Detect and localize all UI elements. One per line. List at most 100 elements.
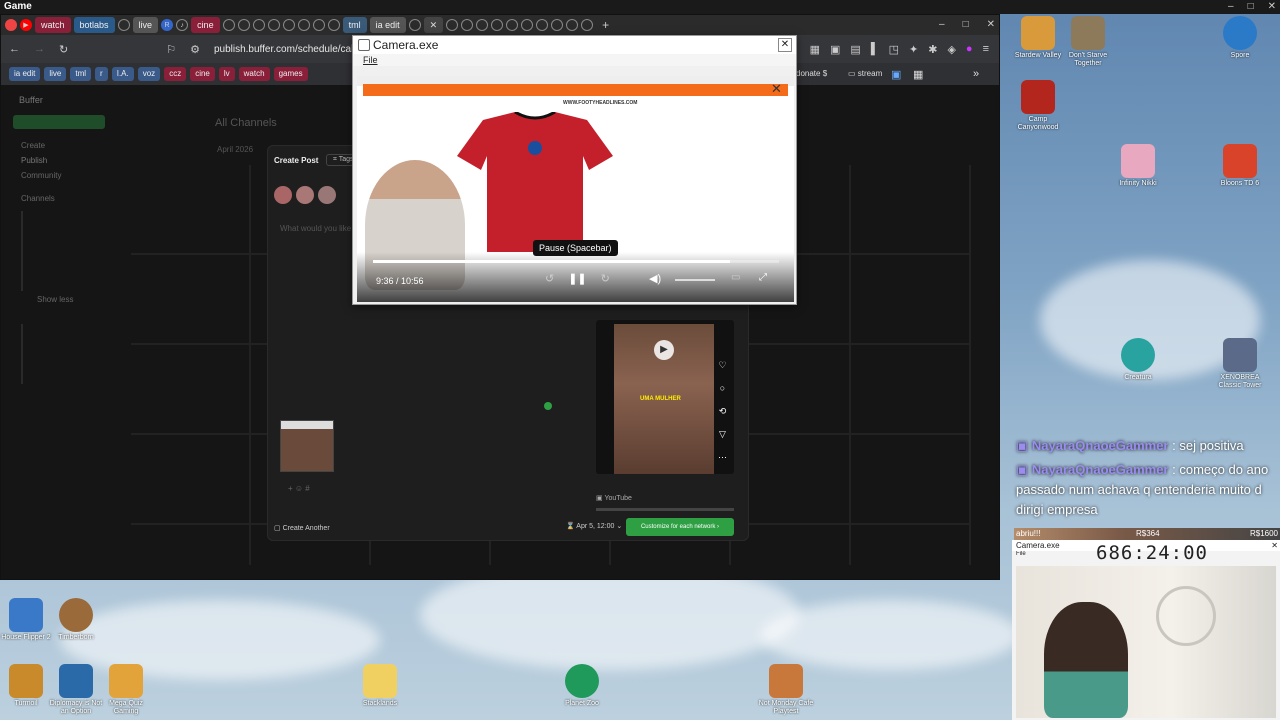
desktop-icon-creatura[interactable]: Creatura: [1108, 338, 1168, 382]
sidebar-item-create[interactable]: Create: [21, 141, 111, 150]
tab-active-close[interactable]: ✕: [423, 17, 444, 33]
tab-cine[interactable]: cine: [191, 17, 220, 33]
tab-icon[interactable]: [461, 19, 474, 31]
tab-icon[interactable]: [222, 19, 235, 31]
bookmark-voz[interactable]: voz: [137, 67, 161, 81]
tab-icon[interactable]: R: [161, 19, 174, 31]
share-icon[interactable]: ⟲: [718, 400, 727, 423]
avatar[interactable]: [296, 186, 314, 204]
tab-icon[interactable]: [312, 19, 325, 31]
create-another-toggle[interactable]: ▢ Create Another: [274, 524, 330, 532]
desktop-icon-bloons[interactable]: Bloons TD 6: [1210, 144, 1270, 188]
desktop-icon-timberborn[interactable]: Timberborn: [46, 598, 106, 642]
menu-file[interactable]: File: [353, 54, 796, 66]
pause-icon[interactable]: ❚❚: [568, 272, 586, 285]
forward-icon[interactable]: ↻: [601, 272, 610, 285]
close-icon[interactable]: ✕: [778, 38, 792, 52]
tab-live[interactable]: live: [132, 17, 159, 33]
shield-icon[interactable]: ◈: [947, 43, 955, 56]
send-icon[interactable]: ▽: [718, 423, 727, 446]
tab-icon[interactable]: [237, 19, 250, 31]
desktop-icon-mega-quiz[interactable]: Mega Quiz Gaming: [96, 664, 156, 716]
new-tab-icon[interactable]: +: [602, 18, 609, 32]
minimize-icon[interactable]: –: [939, 15, 945, 35]
extension-icon[interactable]: ✦: [909, 43, 918, 56]
video-thumbnail[interactable]: [280, 420, 334, 472]
avatar[interactable]: [274, 186, 292, 204]
play-icon[interactable]: ▶: [654, 340, 674, 360]
tab-icon[interactable]: [566, 19, 579, 31]
desktop-icon-not-monday-cafe[interactable]: Not Monday Cafe Playtest: [756, 664, 816, 716]
desktop-icon-stacklands[interactable]: Stacklands: [350, 664, 410, 708]
bookmark-r[interactable]: r: [95, 67, 108, 81]
bookmark-stream[interactable]: ▭ stream: [843, 67, 887, 81]
tab-icon[interactable]: [491, 19, 504, 31]
extension-icon[interactable]: ▤: [850, 43, 860, 56]
bookmark-ia-edit[interactable]: ia edit: [9, 67, 41, 81]
sidebar-icon[interactable]: ▌: [871, 43, 879, 56]
bookmark-cine[interactable]: cine: [190, 67, 215, 81]
bookmark-watch[interactable]: watch: [238, 67, 270, 81]
volume-icon[interactable]: ◀): [649, 272, 661, 285]
fullscreen-icon[interactable]: ⤢: [759, 272, 767, 283]
bookmark-icon[interactable]: ⚐: [166, 43, 176, 56]
heart-icon[interactable]: ♡: [718, 354, 727, 377]
progress-bar[interactable]: [373, 260, 779, 263]
reload-icon[interactable]: ↻: [59, 43, 68, 56]
tab-icon[interactable]: [327, 19, 340, 31]
tab-icon[interactable]: [476, 19, 489, 31]
tab-icon[interactable]: [267, 19, 280, 31]
desktop-icon-dont-starve[interactable]: Don't Starve Together: [1058, 16, 1118, 68]
extension-icon[interactable]: ●: [966, 43, 973, 56]
more-bookmarks-icon[interactable]: »: [973, 68, 979, 80]
sidebar-item-community[interactable]: Community: [21, 171, 111, 180]
bookmark-live[interactable]: live: [44, 67, 67, 81]
bookmark-ccz[interactable]: ccz: [164, 67, 187, 81]
schedule-date[interactable]: ⌛ Apr 5, 12:00 ⌄: [566, 522, 622, 530]
volume-slider[interactable]: [675, 279, 715, 281]
tab-icon[interactable]: [446, 19, 459, 31]
youtube-tab-icon[interactable]: ▶: [20, 19, 32, 31]
bookmark-donate[interactable]: donate $: [791, 67, 832, 81]
bookmark-ia[interactable]: I.A.: [111, 67, 134, 81]
menu-icon[interactable]: ≡: [983, 43, 989, 56]
puzzle-icon[interactable]: ✱: [928, 43, 937, 56]
close-icon[interactable]: ✕: [987, 15, 995, 35]
show-less-link[interactable]: Show less: [37, 295, 111, 304]
close-icon[interactable]: ✕: [1271, 540, 1278, 551]
desktop-icon-spore[interactable]: Spore: [1210, 16, 1270, 60]
extension-icon[interactable]: ◳: [889, 43, 899, 56]
comment-icon[interactable]: ○: [718, 377, 727, 400]
bookmark-lv[interactable]: lv: [218, 67, 235, 81]
new-post-button[interactable]: [13, 115, 105, 129]
desktop-icon-camp-canyonwood[interactable]: Camp Canyonwood: [1008, 80, 1068, 132]
maximize-icon[interactable]: □: [1248, 0, 1254, 13]
close-icon[interactable]: ✕: [1268, 0, 1276, 13]
extension-icon[interactable]: ▦: [810, 43, 820, 56]
camera2-video-feed[interactable]: [1016, 566, 1276, 718]
tab-watch[interactable]: watch: [35, 17, 71, 33]
maximize-icon[interactable]: □: [963, 15, 969, 35]
tab-icon[interactable]: [536, 19, 549, 31]
forward-icon[interactable]: →: [34, 43, 45, 55]
tab-icon[interactable]: [521, 19, 534, 31]
bookmark-tml[interactable]: tml: [70, 67, 92, 81]
site-info-icon[interactable]: ⚙: [190, 43, 200, 56]
browser-app-icon[interactable]: [5, 19, 17, 31]
more-icon[interactable]: ⋯: [718, 446, 727, 469]
tab-icon[interactable]: [506, 19, 519, 31]
tab-icon[interactable]: [551, 19, 564, 31]
tab-icon[interactable]: [252, 19, 265, 31]
bookmark-games[interactable]: games: [273, 67, 308, 81]
rewind-icon[interactable]: ↺: [545, 272, 554, 285]
back-icon[interactable]: ←: [9, 43, 20, 55]
url-input[interactable]: publish.buffer.com/schedule/calend: [214, 44, 370, 55]
tab-icon[interactable]: [117, 19, 130, 31]
composer-tools[interactable]: + ☺ #: [288, 484, 310, 493]
tab-icon[interactable]: [282, 19, 295, 31]
tab-icon[interactable]: [297, 19, 310, 31]
tab-icon[interactable]: [408, 19, 421, 31]
bookmark-icon[interactable]: ▦: [913, 68, 923, 81]
tab-ia-edit[interactable]: ia edit: [369, 17, 406, 33]
tab-botlabs[interactable]: botlabs: [73, 17, 115, 33]
